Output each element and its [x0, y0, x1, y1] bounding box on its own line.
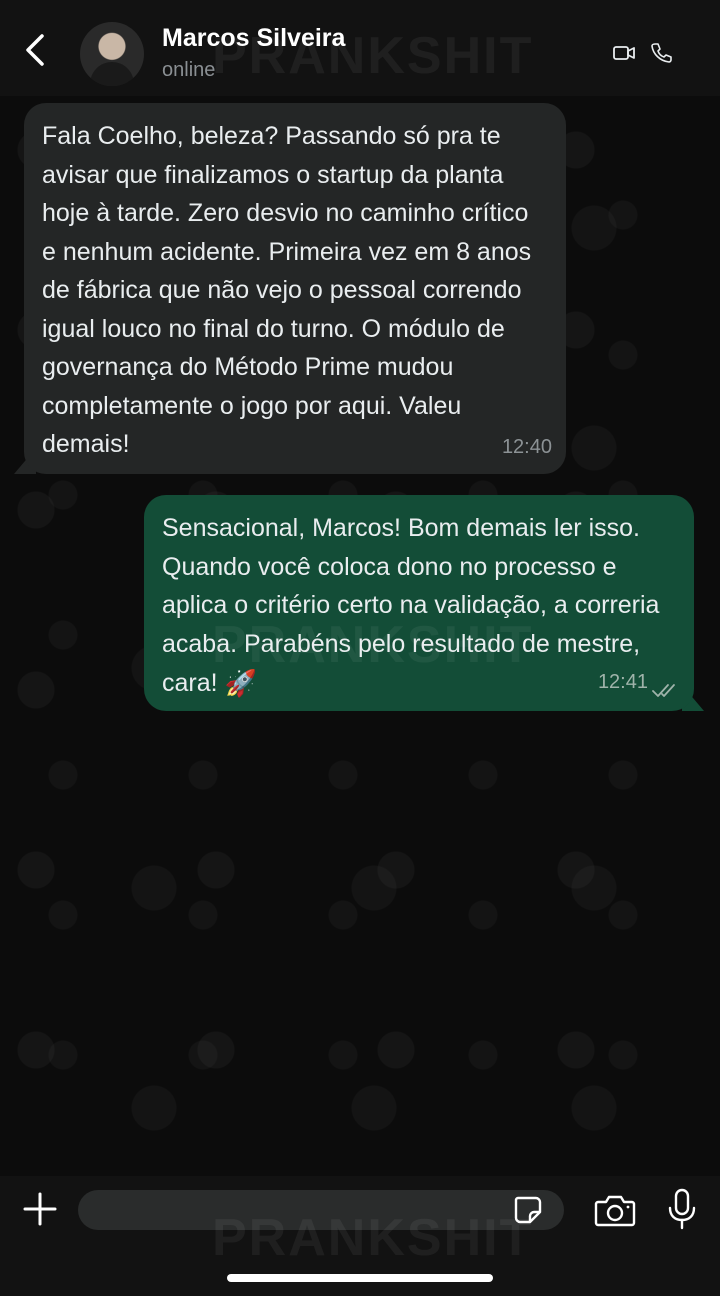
message-text: Fala Coelho, beleza? Passando só pra te …	[42, 122, 532, 458]
plus-icon[interactable]	[22, 1191, 58, 1227]
contact-avatar[interactable]	[80, 22, 144, 86]
sticker-icon[interactable]	[512, 1194, 544, 1226]
message-time: 12:41	[597, 670, 648, 693]
microphone-icon[interactable]	[666, 1188, 698, 1230]
phone-call-icon[interactable]	[650, 41, 672, 63]
chat-header: Marcos Silveira online	[0, 0, 720, 96]
rocket-emoji: 🚀	[224, 668, 257, 698]
outgoing-message[interactable]: Sensacional, Marcos! Bom demais ler isso…	[144, 495, 694, 711]
message-input[interactable]	[78, 1190, 564, 1230]
home-indicator[interactable]	[227, 1274, 493, 1282]
camera-icon[interactable]	[594, 1192, 636, 1228]
video-call-icon[interactable]	[612, 42, 636, 64]
read-receipt-icon	[652, 684, 675, 697]
contact-status: online	[162, 59, 216, 81]
contact-name[interactable]: Marcos Silveira	[162, 24, 345, 53]
message-time: 12:40	[501, 435, 552, 458]
incoming-message[interactable]: Fala Coelho, beleza? Passando só pra te …	[24, 103, 566, 474]
back-arrow-icon[interactable]	[20, 30, 52, 70]
